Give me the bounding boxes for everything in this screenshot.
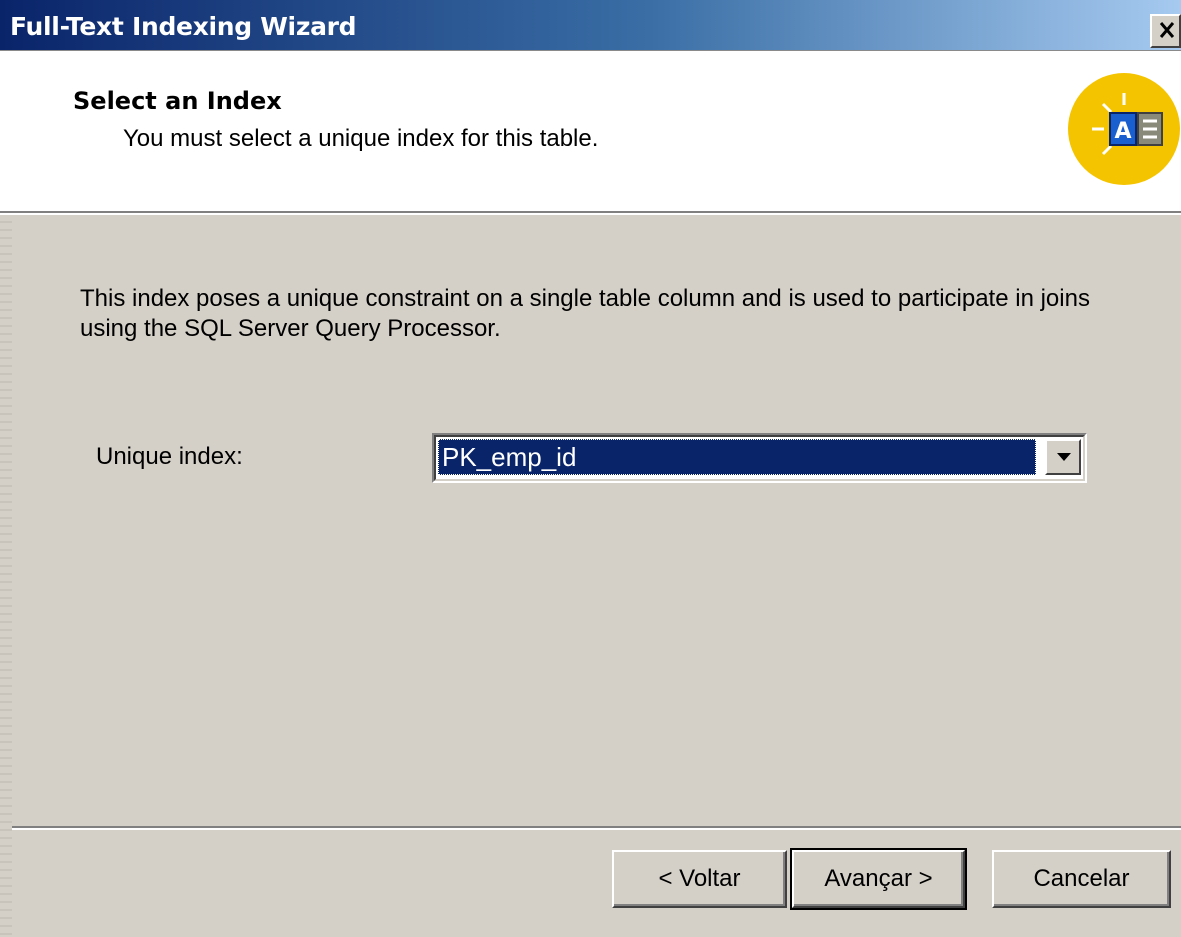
index-description: This index poses a unique constraint on …: [80, 285, 1090, 342]
wizard-header: Select an Index You must select a unique…: [0, 51, 1181, 211]
close-button[interactable]: [1150, 14, 1181, 48]
title-bar[interactable]: Full-Text Indexing Wizard: [0, 0, 1181, 51]
page-title: Select an Index: [73, 87, 282, 115]
cancel-button[interactable]: Cancelar: [992, 850, 1171, 908]
unique-index-label: Unique index:: [96, 443, 243, 470]
unique-index-selected-value[interactable]: PK_emp_id: [438, 439, 1036, 475]
close-icon: [1160, 22, 1174, 38]
window-left-edge: [0, 215, 12, 937]
chevron-down-icon: [1057, 453, 1071, 461]
back-button[interactable]: < Voltar: [612, 850, 787, 908]
page-subtitle: You must select a unique index for this …: [123, 125, 599, 152]
window-title: Full-Text Indexing Wizard: [10, 12, 357, 41]
header-divider-highlight: [0, 213, 1181, 215]
wizard-icon-letter: A: [1114, 119, 1131, 144]
footer-divider-highlight: [12, 828, 1181, 830]
unique-index-select[interactable]: PK_emp_id: [432, 433, 1087, 483]
full-text-wizard-icon: A: [1068, 73, 1180, 185]
unique-index-select-frame: PK_emp_id: [434, 435, 1085, 481]
next-button[interactable]: Avançar >: [790, 848, 967, 910]
dropdown-arrow-button[interactable]: [1045, 439, 1081, 475]
